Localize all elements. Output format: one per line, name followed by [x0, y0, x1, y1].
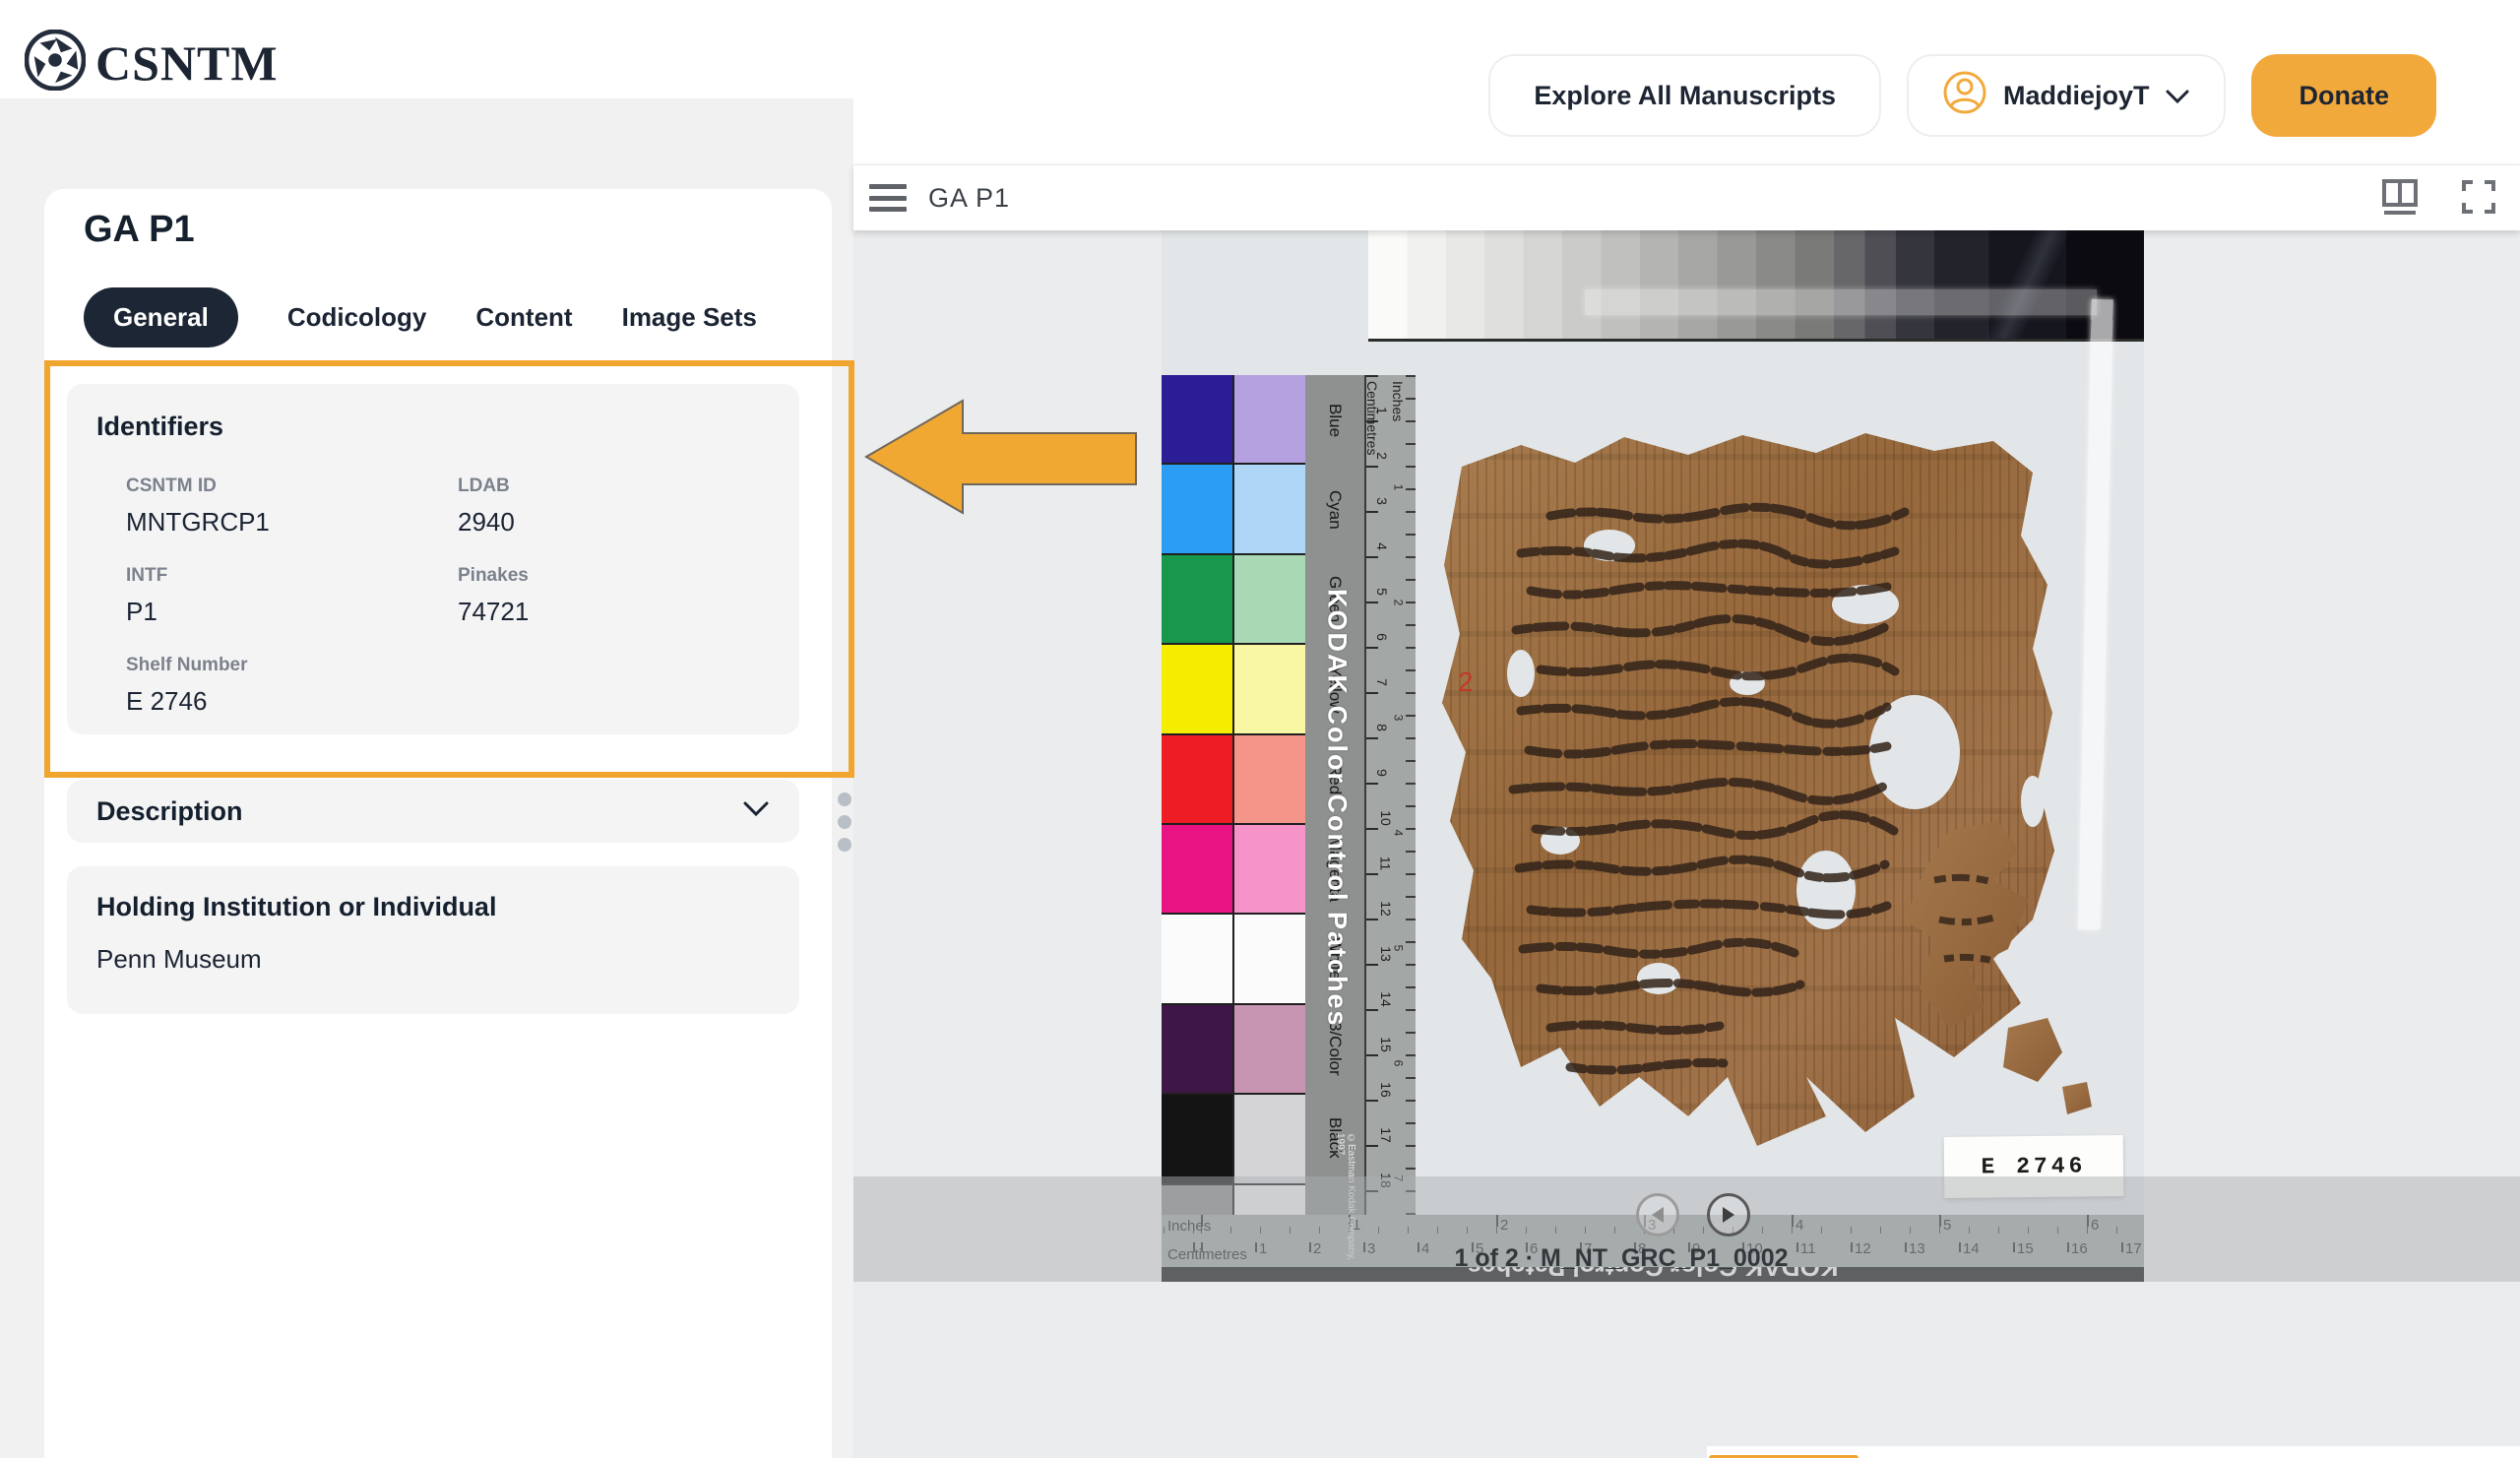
aperture-logo-icon: [24, 29, 87, 95]
identifier-field: CSNTM ID MNTGRCP1: [126, 475, 270, 537]
color-patch-row: [1162, 825, 1305, 914]
tab-image-sets[interactable]: Image Sets: [622, 287, 757, 348]
identifiers-title: Identifiers: [96, 412, 224, 441]
csntm-manuscript-page: CSNTM Explore All Manuscripts MaddiejoyT…: [0, 0, 2520, 1458]
patch-label: Blue: [1326, 403, 1345, 437]
color-patches: [1162, 375, 1305, 1274]
holding-institution-title: Holding Institution or Individual: [96, 892, 497, 921]
kodak-strip-title: KODAK Color Control Patches: [1322, 589, 1353, 1028]
donate-button[interactable]: Donate: [2251, 54, 2436, 137]
identifier-fields: CSNTM ID MNTGRCP1 LDAB 2940 INTF P1 Pinakes 747…: [126, 475, 770, 717]
color-patch-row: [1162, 465, 1305, 553]
manuscript-detail-panel: GA P1 General Codicology Content Image Sets…: [44, 189, 832, 1458]
kodak-color-strip: Blue Cyan Green Yellow Red Magenta White 3/Colo…: [1162, 375, 1416, 1274]
image-pagination: 1 of 2 · M_NT_GRC_P1_0002: [1454, 1244, 1789, 1272]
color-patch-row: [1162, 734, 1305, 824]
viewer-toolbar: GA P1: [853, 164, 2520, 230]
color-patch-row: [1162, 915, 1305, 1003]
tab-general[interactable]: General: [84, 287, 238, 348]
previous-image-button[interactable]: [1636, 1193, 1679, 1236]
panel-resize-handle[interactable]: [838, 792, 851, 852]
grayscale-step-wedge: [1368, 230, 2144, 342]
color-patch-row: [1162, 645, 1305, 733]
image-viewer: GA P1 Blue Cyan Green Yellow Red Magenta…: [853, 164, 2520, 1458]
papyrus-small-fragments: [1905, 821, 2092, 1114]
csntm-logo[interactable]: CSNTM: [24, 29, 279, 95]
viewer-menu-icon[interactable]: [869, 184, 907, 212]
identifier-field: INTF P1: [126, 565, 168, 626]
tab-list: General Codicology Content Image Sets: [84, 287, 757, 348]
identifier-field: Shelf Number E 2746: [126, 655, 248, 716]
description-title: Description: [96, 795, 243, 826]
logo-wordmark: CSNTM: [95, 34, 279, 91]
color-patch-row: [1162, 554, 1305, 644]
folio-number-mark: 2: [1458, 666, 1474, 697]
manuscript-title: GA P1: [84, 209, 195, 250]
explore-manuscripts-button[interactable]: Explore All Manuscripts: [1488, 54, 1881, 137]
thumbnail-strip: M_NT_GRC... M_NT_GRC...: [1707, 1446, 2520, 1458]
username-label: MaddiejoyT: [2002, 80, 2150, 110]
ruler-unit-label: Centimetres: [1364, 381, 1380, 456]
header-actions: Explore All Manuscripts MaddiejoyT Donat…: [1488, 54, 2436, 137]
mounting-tape: [1585, 289, 2097, 315]
avatar-icon: [1942, 70, 1987, 122]
manuscript-image[interactable]: Blue Cyan Green Yellow Red Magenta White 3/Colo…: [1162, 230, 2144, 1282]
holding-institution-section: Holding Institution or Individual Penn M…: [67, 866, 799, 1014]
tab-content[interactable]: Content: [475, 287, 572, 348]
color-patch-row: [1162, 1004, 1305, 1094]
color-patch-row: [1162, 375, 1305, 464]
ruler-unit-label: Inches: [1390, 381, 1406, 422]
description-section-header[interactable]: Description: [67, 780, 799, 843]
chevron-down-icon[interactable]: [742, 800, 770, 823]
next-image-button[interactable]: [1707, 1193, 1750, 1236]
chevron-down-icon: [2165, 81, 2190, 111]
identifiers-section: Identifiers CSNTM ID MNTGRCP1 LDAB 2940 INTF…: [67, 384, 799, 734]
viewer-title: GA P1: [928, 182, 1011, 213]
color-patch-row: [1162, 1095, 1305, 1183]
holding-institution-value: Penn Museum: [96, 944, 262, 974]
identifier-field: Pinakes 74721: [458, 565, 530, 626]
user-menu-button[interactable]: MaddiejoyT: [1906, 54, 2227, 137]
fullscreen-icon[interactable]: [2461, 179, 2496, 218]
identifier-field: LDAB 2940: [458, 475, 515, 537]
viewer-canvas[interactable]: Blue Cyan Green Yellow Red Magenta White 3/Colo…: [853, 230, 2520, 1282]
two-page-view-icon[interactable]: [2380, 177, 2420, 220]
tab-codicology[interactable]: Codicology: [287, 287, 427, 348]
